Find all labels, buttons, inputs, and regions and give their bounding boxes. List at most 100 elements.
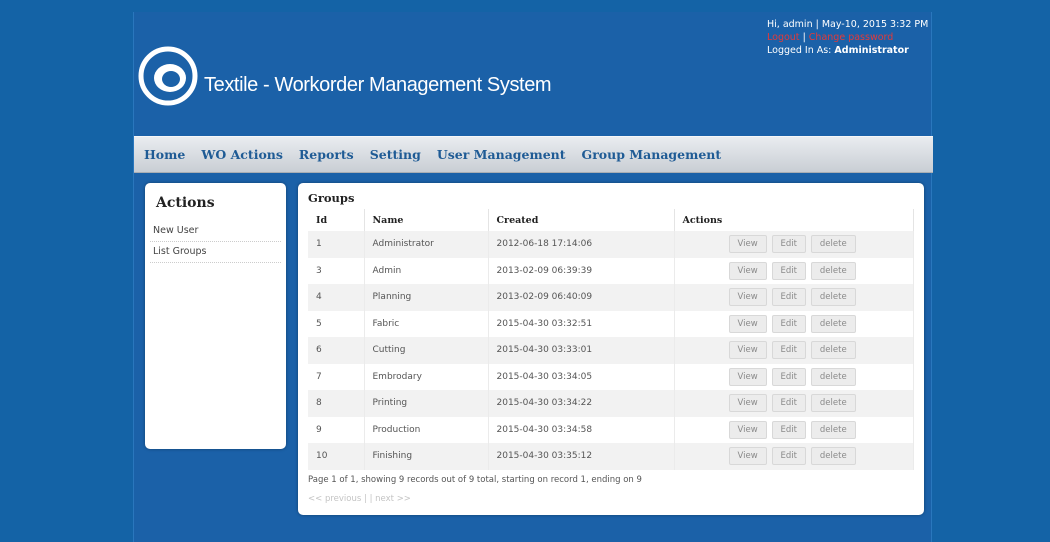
delete-button[interactable]: delete	[810, 288, 856, 307]
column-header-created[interactable]: Created	[488, 209, 675, 231]
logout-link[interactable]: Logout	[767, 32, 800, 43]
cell-id: 4	[308, 284, 365, 311]
column-header-id[interactable]: Id	[308, 209, 365, 231]
nav-item-group-management[interactable]: Group Management	[582, 147, 722, 162]
edit-button[interactable]: Edit	[771, 367, 807, 386]
edit-button[interactable]: Edit	[771, 394, 807, 413]
delete-button[interactable]: delete	[810, 235, 856, 254]
edit-button[interactable]: Edit	[771, 288, 807, 307]
view-button[interactable]: View	[728, 394, 767, 413]
cell-id: 5	[308, 310, 365, 337]
cell-id: 1	[308, 231, 365, 258]
cell-actions: View Edit delete	[674, 257, 914, 284]
table-row: 7 Embrodary 2015-04-30 03:34:05 View Edi…	[308, 363, 914, 390]
view-button[interactable]: View	[728, 447, 767, 466]
nav-item-setting[interactable]: Setting	[370, 147, 421, 162]
logged-in-status: Logged In As: Administrator	[767, 44, 928, 57]
groups-panel: Groups Id Name Created Actions 1 Adminis…	[298, 183, 924, 515]
view-button[interactable]: View	[728, 420, 767, 439]
cell-actions: View Edit delete	[674, 363, 914, 390]
cell-actions: View Edit delete	[674, 443, 914, 470]
cell-actions: View Edit delete	[674, 416, 914, 443]
link-separator: |	[802, 32, 806, 43]
nav-item-wo-actions[interactable]: WO Actions	[201, 147, 283, 162]
delete-button[interactable]: delete	[810, 420, 856, 439]
change-password-link[interactable]: Change password	[809, 32, 894, 43]
cell-name: Planning	[364, 284, 489, 311]
logged-in-prefix: Logged In As:	[767, 45, 832, 56]
edit-button[interactable]: Edit	[771, 235, 807, 254]
cell-created: 2012-06-18 17:14:06	[488, 231, 675, 258]
cell-actions: View Edit delete	[674, 284, 914, 311]
account-links: Logout | Change password	[767, 31, 928, 44]
edit-button[interactable]: Edit	[771, 261, 807, 280]
column-header-name[interactable]: Name	[364, 209, 489, 231]
table-row: 1 Administrator 2012-06-18 17:14:06 View…	[308, 231, 914, 258]
main-nav: Home WO Actions Reports Setting User Man…	[134, 136, 933, 173]
cell-name: Fabric	[364, 310, 489, 337]
table-row: 3 Admin 2013-02-09 06:39:39 View Edit de…	[308, 257, 914, 284]
cell-name: Administrator	[364, 231, 489, 258]
sidebar-link-list-groups[interactable]: List Groups	[150, 242, 281, 263]
cell-actions: View Edit delete	[674, 390, 914, 417]
sidebar-link-new-user[interactable]: New User	[150, 221, 281, 242]
view-button[interactable]: View	[728, 341, 767, 360]
paging-summary: Page 1 of 1, showing 9 records out of 9 …	[308, 474, 642, 485]
view-button[interactable]: View	[728, 261, 767, 280]
nav-item-reports[interactable]: Reports	[299, 147, 354, 162]
pager-separator: |	[364, 493, 367, 504]
cell-created: 2015-04-30 03:32:51	[488, 310, 675, 337]
edit-button[interactable]: Edit	[771, 447, 807, 466]
actions-sidebar: Actions New User List Groups	[145, 183, 286, 449]
column-header-actions: Actions	[674, 209, 914, 231]
table-header-row: Id Name Created Actions	[308, 209, 914, 231]
pager-separator: |	[369, 493, 373, 504]
cell-actions: View Edit delete	[674, 310, 914, 337]
edit-button[interactable]: Edit	[771, 420, 807, 439]
cell-id: 3	[308, 257, 365, 284]
cell-actions: View Edit delete	[674, 337, 914, 364]
user-info: Hi, admin | May-10, 2015 3:32 PM Logout …	[767, 18, 928, 57]
cell-id: 10	[308, 443, 365, 470]
greeting-text: Hi, admin | May-10, 2015 3:32 PM	[767, 19, 929, 30]
delete-button[interactable]: delete	[810, 367, 856, 386]
panel-title: Groups	[308, 191, 355, 205]
cell-id: 8	[308, 390, 365, 417]
view-button[interactable]: View	[728, 235, 767, 254]
cell-actions: View Edit delete	[674, 231, 914, 258]
delete-button[interactable]: delete	[810, 341, 856, 360]
pager-next[interactable]: next >>	[375, 494, 411, 504]
cell-created: 2015-04-30 03:34:58	[488, 416, 675, 443]
table-row: 4 Planning 2013-02-09 06:40:09 View Edit…	[308, 284, 914, 311]
groups-table: Id Name Created Actions 1 Administrator …	[308, 209, 914, 470]
table-row: 6 Cutting 2015-04-30 03:33:01 View Edit …	[308, 337, 914, 364]
delete-button[interactable]: delete	[810, 314, 856, 333]
view-button[interactable]: View	[728, 367, 767, 386]
table-body: 1 Administrator 2012-06-18 17:14:06 View…	[308, 231, 914, 470]
cell-id: 6	[308, 337, 365, 364]
delete-button[interactable]: delete	[810, 447, 856, 466]
table-row: 5 Fabric 2015-04-30 03:32:51 View Edit d…	[308, 310, 914, 337]
view-button[interactable]: View	[728, 288, 767, 307]
cell-name: Embrodary	[364, 363, 489, 390]
cell-id: 9	[308, 416, 365, 443]
view-button[interactable]: View	[728, 314, 767, 333]
delete-button[interactable]: delete	[810, 394, 856, 413]
delete-button[interactable]: delete	[810, 261, 856, 280]
nav-item-home[interactable]: Home	[144, 147, 185, 162]
cell-created: 2015-04-30 03:34:22	[488, 390, 675, 417]
cell-created: 2013-02-09 06:40:09	[488, 284, 675, 311]
cell-name: Admin	[364, 257, 489, 284]
cell-created: 2015-04-30 03:34:05	[488, 363, 675, 390]
cell-name: Printing	[364, 390, 489, 417]
page-shell: Textile - Workorder Management System Hi…	[133, 12, 933, 542]
pager-previous[interactable]: << previous	[308, 494, 361, 504]
cell-name: Finishing	[364, 443, 489, 470]
edit-button[interactable]: Edit	[771, 314, 807, 333]
cell-id: 7	[308, 363, 365, 390]
table-row: 10 Finishing 2015-04-30 03:35:12 View Ed…	[308, 443, 914, 470]
cell-name: Production	[364, 416, 489, 443]
nav-item-user-management[interactable]: User Management	[437, 147, 566, 162]
sidebar-title: Actions	[156, 195, 215, 211]
edit-button[interactable]: Edit	[771, 341, 807, 360]
